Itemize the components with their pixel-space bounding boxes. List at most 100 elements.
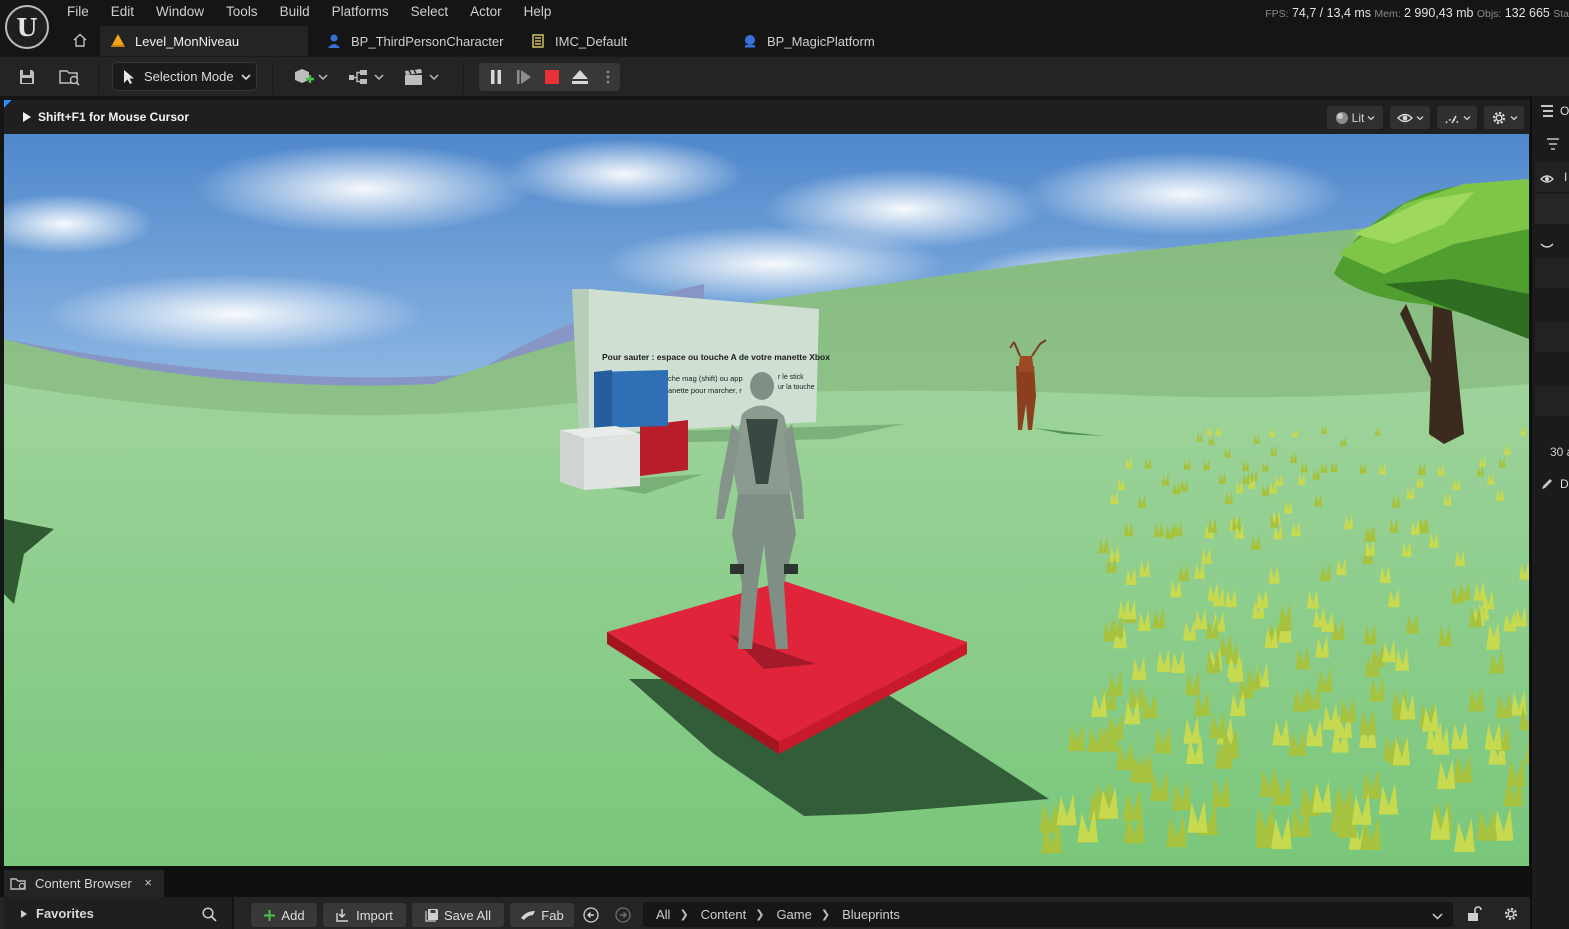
search-icon[interactable] [202,907,217,925]
favorites-pane: Favorites [4,897,234,929]
chevron-down-icon [374,74,384,81]
back-arrow-icon[interactable] [583,907,599,926]
details-pencil-icon[interactable] [1540,477,1554,494]
breadcrumb: All ❯ Content ❯ Game ❯ Blueprints [643,902,1453,927]
objs-label: Objs: [1476,8,1502,20]
tab-imc-default[interactable]: IMC_Default [520,26,732,56]
pause-icon[interactable] [486,67,506,87]
input-mapping-icon [530,33,546,49]
collapse-arrow-icon[interactable] [1540,238,1554,253]
chevron-right-icon[interactable]: ❯ [679,908,688,921]
menu-build[interactable]: Build [269,0,321,24]
gear-icon[interactable] [1503,906,1519,925]
outliner-row[interactable] [1535,258,1569,288]
sign-line-1: Pour sauter : espace ou touche A de votr… [602,352,830,362]
tab-bp-magicplatform[interactable]: BP_MagicPlatform [732,26,912,56]
tab-label: Content Browser [35,876,132,891]
import-button[interactable]: Import [323,903,406,927]
gear-icon [1492,111,1505,124]
cinematics-button[interactable] [401,65,441,89]
sign-line-4: anette pour marcher, r [668,386,742,395]
play-triangle-icon [23,112,31,122]
performance-gauge-icon [1444,115,1459,123]
content-browser-icon [10,877,26,890]
save-all-button[interactable]: Save All [412,903,504,927]
outliner-title: O [1560,104,1569,118]
breadcrumb-blueprints[interactable]: Blueprints [842,907,900,922]
forward-arrow-icon[interactable] [615,907,631,926]
more-options-icon[interactable] [598,67,618,87]
menu-actor[interactable]: Actor [459,0,513,24]
close-icon[interactable]: × [144,875,152,890]
actor-count: 30 a [1550,445,1569,459]
favorites-toggle[interactable]: Favorites [20,906,94,921]
eject-icon[interactable] [570,67,590,87]
cursor-icon [124,69,134,84]
stop-icon[interactable] [542,67,562,87]
eye-icon [1396,113,1413,122]
outliner-icon[interactable] [1540,104,1554,121]
chevron-down-icon [429,74,439,81]
fab-icon [521,911,536,920]
toolbar-separator [463,61,464,93]
toolbar-separator [272,61,273,93]
frame-skip-icon[interactable] [514,67,534,87]
filter-icon[interactable] [1546,138,1560,153]
tab-label: BP_ThirdPersonCharacter [351,33,504,49]
menu-platforms[interactable]: Platforms [321,0,400,24]
show-flags-dropdown[interactable] [1390,106,1430,129]
add-button[interactable]: Add [251,903,317,927]
breadcrumb-game[interactable]: Game [776,907,811,922]
fps-label: FPS: [1265,8,1289,20]
details-title: D [1560,477,1569,491]
outliner-footer: 30 a [1535,436,1569,468]
blueprint-character-icon [326,33,342,49]
fab-button[interactable]: Fab [510,903,574,927]
tab-label: Level_MonNiveau [135,33,240,49]
home-icon[interactable] [66,28,94,52]
tab-level[interactable]: Level_MonNiveau [100,26,308,56]
viewport-settings-dropdown[interactable] [1484,106,1524,129]
menu-help[interactable]: Help [513,0,563,24]
outliner-item-label: I [1564,170,1568,184]
chevron-right-icon[interactable]: ❯ [755,908,764,921]
menu-file[interactable]: File [56,0,100,24]
outliner-row[interactable] [1535,322,1569,352]
breadcrumb-all[interactable]: All [656,907,670,922]
viewport-active-marker [4,100,12,108]
sign-line-2: che mag (shift) ou app [668,374,743,383]
menu-select[interactable]: Select [400,0,460,24]
menu-tools[interactable]: Tools [215,0,269,24]
chevron-down-icon [1510,115,1517,120]
selection-mode-label: Selection Mode [144,69,234,84]
chevron-down-icon[interactable] [1432,909,1443,924]
view-mode-dropdown[interactable]: Lit [1327,106,1383,129]
chevron-down-icon [241,73,251,80]
content-browser-toolbar: Favorites Add Import Save All Fab All ❯ … [0,897,1530,929]
blueprints-button[interactable] [346,65,386,89]
outliner-row[interactable] [1535,386,1569,416]
outliner-row[interactable] [1535,194,1569,224]
scalability-dropdown[interactable] [1437,106,1477,129]
unreal-logo-icon[interactable]: U [5,5,49,49]
menu-edit[interactable]: Edit [100,0,145,24]
tab-bp-thirdperson[interactable]: BP_ThirdPersonCharacter [308,26,520,56]
game-scene: Pour sauter : espace ou touche A de votr… [4,134,1529,866]
save-icon[interactable] [15,65,39,89]
menu-window[interactable]: Window [145,0,215,24]
tab-label: BP_MagicPlatform [767,33,875,49]
plus-icon [264,909,276,921]
blueprint-graph-icon [349,70,367,84]
visibility-eye-icon[interactable] [1540,172,1554,187]
selection-mode-dropdown[interactable]: Selection Mode [112,62,257,91]
lock-icon[interactable] [1466,906,1482,925]
blueprint-actor-icon [742,33,758,49]
tab-content-browser[interactable]: Content Browser × [4,870,164,897]
chevron-right-icon[interactable]: ❯ [821,908,830,921]
level-icon [110,33,126,49]
add-actor-button[interactable] [290,65,330,89]
document-tabs: Level_MonNiveau BP_ThirdPersonCharacter … [100,26,912,56]
breadcrumb-content[interactable]: Content [701,907,747,922]
content-browser-icon[interactable] [57,65,83,89]
level-viewport[interactable]: Pour sauter : espace ou touche A de votr… [4,134,1529,866]
